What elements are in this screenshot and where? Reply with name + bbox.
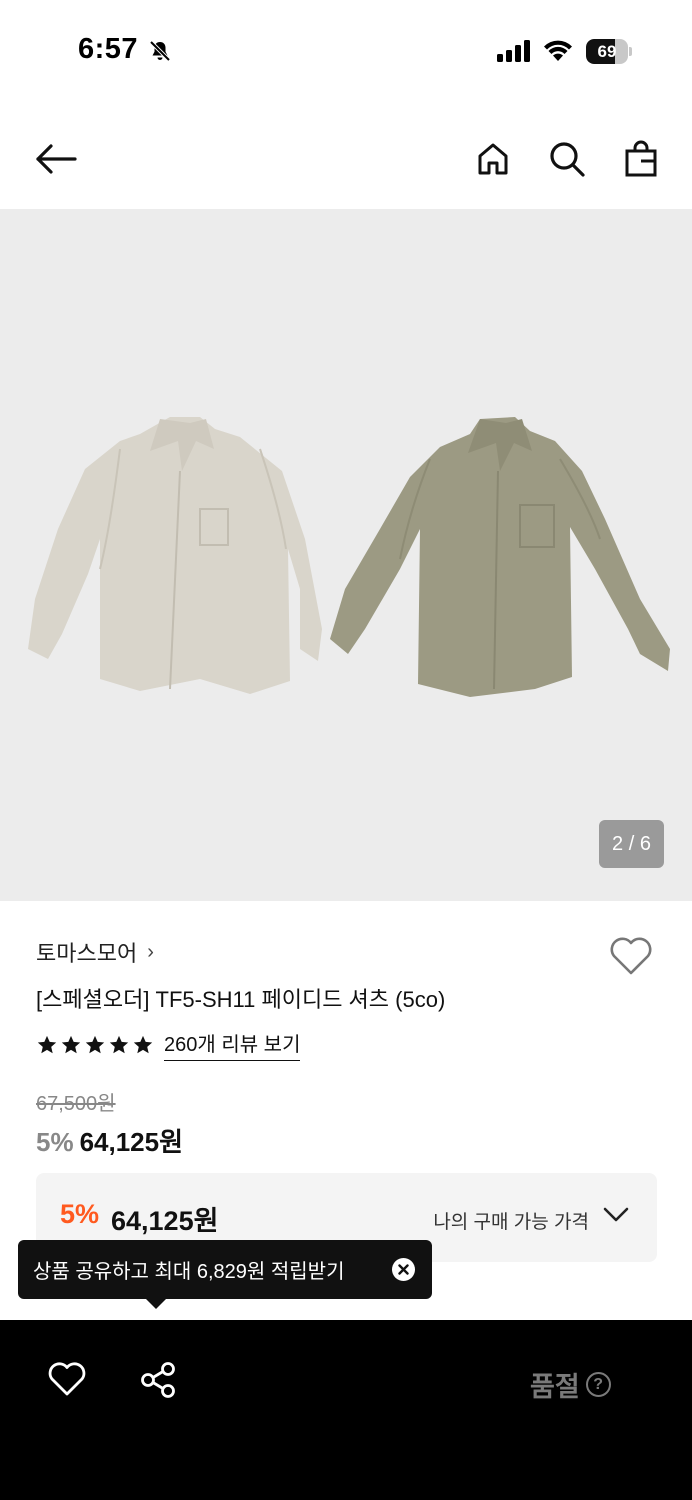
home-icon — [478, 143, 508, 175]
wishlist-button[interactable] — [608, 935, 654, 982]
original-price: 67,500원 — [36, 1093, 116, 1115]
star-icon — [85, 1035, 105, 1053]
best-price-label: 나의 구매 가능 가격 — [433, 1212, 589, 1233]
share-reward-tooltip: 상품 공유하고 최대 6,829원 적립받기 — [18, 1240, 432, 1309]
sale-price-row: 5% 64,125원 — [36, 1122, 183, 1159]
chevron-down-icon — [603, 1207, 629, 1222]
back-arrow-icon — [36, 144, 77, 174]
share-icon — [141, 1362, 175, 1398]
image-page-counter: 2 / 6 — [599, 820, 664, 868]
tooltip-text: 상품 공유하고 최대 6,829원 적립받기 — [33, 1261, 345, 1283]
shopping-bag-button[interactable] — [619, 137, 663, 181]
cellular-signal-icon — [497, 40, 530, 62]
star-icon — [109, 1035, 129, 1053]
search-button[interactable] — [545, 137, 589, 181]
back-button[interactable] — [34, 137, 78, 181]
heart-icon — [48, 1362, 86, 1396]
rating-stars — [36, 1034, 154, 1056]
status-time: 6:57 — [78, 33, 139, 65]
discount-percent: 5% — [36, 1127, 74, 1157]
star-icon — [37, 1035, 57, 1053]
star-icon — [61, 1035, 81, 1053]
bottom-wishlist-button[interactable] — [47, 1360, 87, 1403]
review-link[interactable]: 260개 리뷰 보기 — [164, 1028, 301, 1061]
search-icon — [550, 142, 585, 177]
olive-shirt-image — [330, 417, 670, 697]
help-icon[interactable]: ? — [585, 1372, 611, 1397]
best-price-discount: 5% — [60, 1199, 100, 1229]
rating-row: 260개 리뷰 보기 — [36, 1028, 301, 1061]
home-button[interactable] — [471, 137, 515, 181]
best-price-amount: 64,125원 — [111, 1206, 219, 1236]
bell-slash-icon — [149, 40, 171, 62]
shopping-bag-icon — [625, 140, 657, 177]
sold-out-label: 품절 — [530, 1372, 580, 1402]
brand-link[interactable]: 토마스모어 › — [36, 936, 154, 968]
product-image — [28, 417, 670, 697]
close-icon — [398, 1264, 409, 1275]
product-image-gallery[interactable]: 2 / 6 — [0, 209, 692, 901]
star-icon — [133, 1035, 153, 1053]
bottom-action-bar: 품절 ? — [0, 1320, 692, 1500]
top-nav-bar — [0, 110, 692, 206]
wifi-icon — [544, 40, 572, 61]
tooltip-close-button[interactable] — [392, 1258, 415, 1281]
battery-percent: 69 — [597, 42, 617, 61]
chevron-right-icon: › — [147, 940, 154, 963]
tooltip-arrow — [146, 1299, 166, 1309]
battery-icon: 69 — [586, 39, 632, 64]
status-bar: 6:57 69 — [0, 0, 692, 100]
sold-out-status: 품절 ? — [530, 1365, 611, 1404]
brand-name: 토마스모어 — [36, 941, 138, 966]
heart-icon — [610, 937, 652, 975]
share-button[interactable] — [138, 1360, 178, 1405]
light-shirt-image — [28, 417, 322, 694]
sale-price: 64,125원 — [79, 1127, 184, 1157]
product-title: [스페셜오더] TF5-SH11 페이디드 셔츠 (5co) — [36, 987, 446, 1012]
